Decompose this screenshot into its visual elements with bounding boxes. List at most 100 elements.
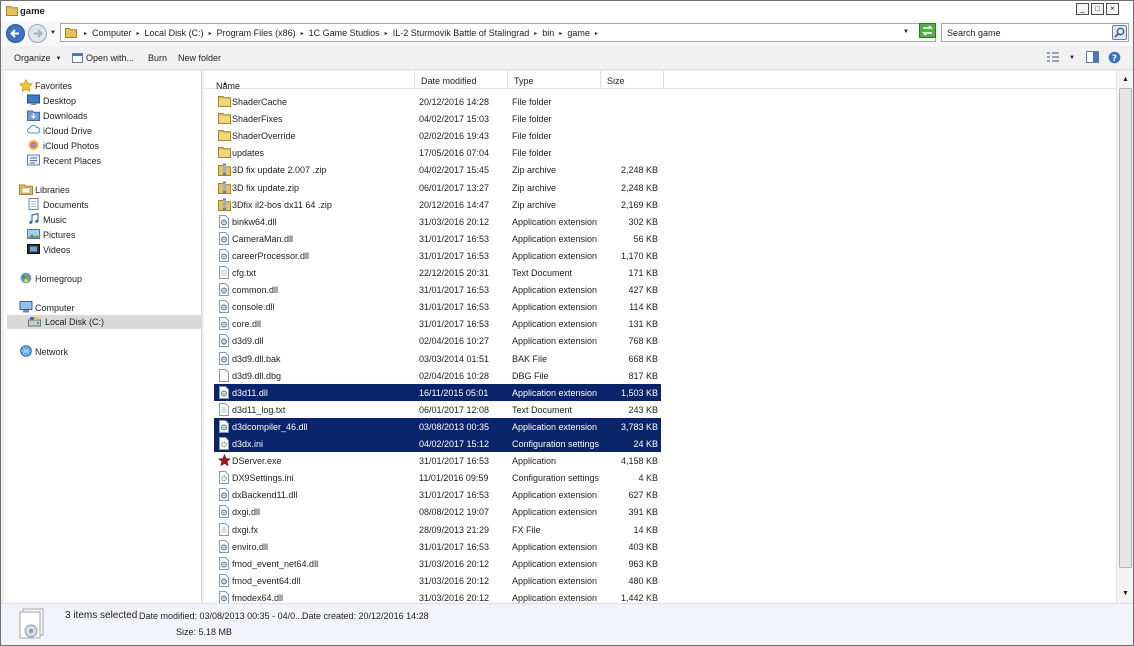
file-type: Application extension	[512, 541, 598, 552]
file-date: 02/04/2016 10:27	[419, 336, 490, 347]
table-row[interactable]: careerProcessor.dll 31/01/2017 16:53 Appli…	[214, 247, 661, 264]
dll-file-icon	[218, 214, 230, 230]
table-row-selected[interactable]: d3dcompiler_46.dll 03/08/2013 00:35 Applic…	[214, 417, 661, 435]
minimize-button[interactable]: _	[1076, 3, 1089, 15]
nav-local-disk[interactable]: Local Disk (C:)	[7, 315, 201, 329]
address-dropdown-icon[interactable]: ▼	[903, 29, 909, 35]
table-row[interactable]: common.dll 31/01/2017 16:53 Application ex…	[214, 281, 661, 298]
file-size: 243 KB	[628, 404, 658, 415]
table-row[interactable]: core.dll 31/01/2017 16:53 Application exte…	[214, 315, 661, 332]
file-type: File folder	[512, 131, 552, 142]
column-name[interactable]: Name ▲	[204, 71, 415, 91]
column-type[interactable]: Type	[508, 71, 601, 89]
column-date-modified[interactable]: Date modified	[415, 71, 508, 89]
file-date: 20/12/2016 14:47	[419, 199, 490, 210]
file-size: 4,158 KB	[620, 456, 658, 467]
table-row[interactable]: 3D fix update.zip 06/01/2017 13:27 Zip arc…	[214, 179, 661, 196]
maximize-button[interactable]: □	[1091, 3, 1104, 15]
change-view-button[interactable]	[1046, 51, 1060, 65]
file-type: Application extension	[512, 507, 598, 518]
new-folder-button[interactable]: New folder	[178, 53, 221, 63]
table-row[interactable]: dxBackend11.dll 31/01/2017 16:53 Applicati…	[214, 486, 661, 503]
view-options-chevron-icon[interactable]: ▼	[1069, 55, 1075, 61]
file-date: 03/03/2014 01:51	[419, 353, 490, 364]
table-row[interactable]: updates 17/05/2016 07:04 File folder	[214, 144, 661, 161]
help-button[interactable]: ?	[1108, 51, 1121, 66]
breadcrumb-item[interactable]: game	[567, 28, 590, 38]
table-row[interactable]: ShaderOverride 02/02/2016 19:43 File folde…	[214, 127, 661, 144]
table-row[interactable]: ShaderCache 20/12/2016 14:28 File folder	[214, 93, 661, 110]
breadcrumb-separator-icon[interactable]: ▸	[137, 31, 140, 37]
file-date: 31/01/2017 16:53	[419, 456, 490, 467]
text-file-icon	[218, 402, 230, 418]
file-size: 24 KB	[633, 439, 658, 449]
table-row[interactable]: dxgi.fx 28/09/2013 21:29 FX File 14 KB	[214, 521, 661, 538]
table-row[interactable]: cfg.txt 22/12/2015 20:31 Text Document 171 …	[214, 264, 661, 281]
back-button[interactable]	[6, 24, 25, 43]
videos-icon	[27, 243, 40, 257]
table-row[interactable]: 3D fix update 2.007 .zip 04/02/2017 15:45…	[214, 161, 661, 178]
address-bar[interactable]: ▸ Computer ▸ Local Disk (C:) ▸ Program Files …	[60, 23, 936, 42]
breadcrumb-item[interactable]: Local Disk (C:)	[145, 28, 204, 38]
file-name: d3dx.ini	[232, 439, 264, 449]
search-icon[interactable]	[1112, 25, 1127, 40]
table-row[interactable]: fmod_event64.dll 31/03/2016 20:12 Applicat…	[214, 572, 661, 589]
close-button[interactable]: ×	[1106, 3, 1119, 15]
file-size: 627 KB	[628, 490, 658, 501]
breadcrumb-item[interactable]: Program Files (x86)	[217, 28, 296, 38]
blank-file-icon	[218, 368, 230, 384]
file-type: Application extension	[512, 575, 598, 586]
vertical-scrollbar[interactable]: ▲ ▼	[1116, 71, 1133, 603]
breadcrumb-separator-icon[interactable]: ▸	[385, 31, 388, 37]
table-row[interactable]: binkw64.dll 31/03/2016 20:12 Application e…	[214, 213, 661, 230]
breadcrumb-separator-icon[interactable]: ▸	[595, 31, 598, 37]
table-row[interactable]: d3d9.dll.bak 03/03/2014 01:51 BAK File 668 …	[214, 350, 661, 367]
scrollbar-thumb[interactable]	[1119, 88, 1132, 568]
file-date: 20/12/2016 14:28	[419, 97, 490, 107]
forward-button[interactable]	[28, 24, 47, 43]
table-row-selected[interactable]: d3d11.dll 16/11/2015 05:01 Application ext…	[214, 383, 661, 401]
burn-button[interactable]: Burn	[148, 53, 167, 63]
preview-pane-button[interactable]	[1086, 51, 1099, 65]
breadcrumb-item[interactable]: IL-2 Sturmovik Battle of Stalingrad	[393, 28, 530, 38]
breadcrumb-separator-icon[interactable]: ▸	[534, 31, 537, 37]
title-bar[interactable]: game _ □ ×	[1, 1, 1133, 21]
file-date: 31/01/2017 16:53	[419, 233, 490, 244]
breadcrumb-item[interactable]: Computer	[92, 28, 132, 38]
table-row[interactable]: d3d9.dll 02/04/2016 10:27 Application exte…	[214, 332, 661, 349]
breadcrumb-separator-icon[interactable]: ▸	[209, 31, 212, 37]
refresh-button[interactable]	[919, 23, 936, 38]
file-type: Application extension	[512, 319, 598, 330]
zip-archive-icon	[218, 181, 231, 196]
search-box[interactable]: Search game	[941, 23, 1129, 42]
table-row[interactable]: console.dll 31/01/2017 16:53 Application e…	[214, 298, 661, 315]
breadcrumb-separator-icon[interactable]: ▸	[559, 31, 562, 37]
scroll-down-icon[interactable]: ▼	[1118, 586, 1133, 601]
breadcrumb-separator-icon[interactable]: ▸	[84, 31, 87, 37]
table-row[interactable]: 3Dfix il2-bos dx11 64 .zip 20/12/2016 14:…	[214, 196, 661, 213]
breadcrumb-item[interactable]: bin	[542, 28, 554, 38]
organize-button[interactable]: Organize ▼	[14, 53, 61, 63]
table-row[interactable]: fmod_event_net64.dll 31/03/2016 20:12 Appl…	[214, 555, 661, 572]
exe-star-icon	[217, 453, 232, 469]
table-row[interactable]: d3d11_log.txt 06/01/2017 12:08 Text Docume…	[214, 401, 661, 418]
forward-arrow-icon	[34, 29, 43, 38]
table-row[interactable]: d3d9.dll.dbg 02/04/2016 10:28 DBG File 817 …	[214, 367, 661, 384]
table-row[interactable]: dxgi.dll 08/08/2012 19:07 Application exte…	[214, 503, 661, 520]
table-row[interactable]: ShaderFixes 04/02/2017 15:03 File folder	[214, 110, 661, 127]
file-type: Text Document	[512, 268, 573, 278]
breadcrumb-item[interactable]: 1C Game Studios	[309, 28, 380, 38]
table-row[interactable]: enviro.dll 31/01/2017 16:53 Application ex…	[214, 538, 661, 555]
column-size[interactable]: Size	[601, 71, 664, 89]
help-icon: ?	[1108, 51, 1121, 64]
file-size: 427 KB	[628, 285, 658, 296]
table-row[interactable]: DX9Settings.ini 11/01/2016 09:59 Configura…	[214, 469, 661, 486]
recent-pages-chevron-icon[interactable]: ▼	[50, 30, 56, 36]
table-row-selected[interactable]: d3dx.ini 04/02/2017 15:12 Configuration se…	[214, 435, 661, 452]
breadcrumb-separator-icon[interactable]: ▸	[301, 31, 304, 37]
table-row[interactable]: DServer.exe 31/01/2017 16:53 Application 4,…	[214, 452, 661, 469]
open-with-button[interactable]: Open with...	[72, 53, 134, 63]
table-row[interactable]: CameraMan.dll 31/01/2017 16:53 Application…	[214, 230, 661, 247]
file-date: 31/03/2016 20:12	[419, 558, 490, 569]
scroll-up-icon[interactable]: ▲	[1118, 72, 1133, 87]
